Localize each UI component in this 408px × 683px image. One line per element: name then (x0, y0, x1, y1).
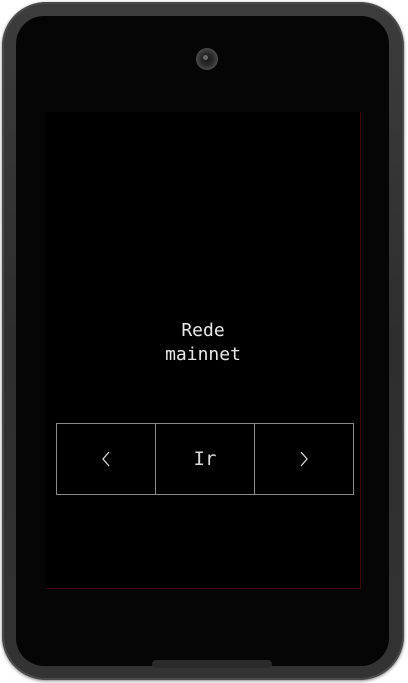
chevron-right-icon (300, 451, 308, 467)
device-screen: Rede mainnet Ir (46, 112, 361, 589)
go-button[interactable]: Ir (155, 423, 255, 495)
chevron-left-icon (102, 451, 110, 467)
camera-icon (196, 48, 218, 70)
network-name: mainnet (165, 344, 241, 365)
network-title: Rede (181, 320, 225, 341)
previous-button[interactable] (56, 423, 156, 495)
hardware-wallet-device: Rede mainnet Ir (2, 2, 404, 680)
next-button[interactable] (254, 423, 354, 495)
device-bottom-edge (152, 660, 272, 668)
navigation-row: Ir (56, 423, 356, 495)
go-button-label: Ir (193, 448, 217, 470)
network-label: Rede mainnet (46, 319, 360, 367)
